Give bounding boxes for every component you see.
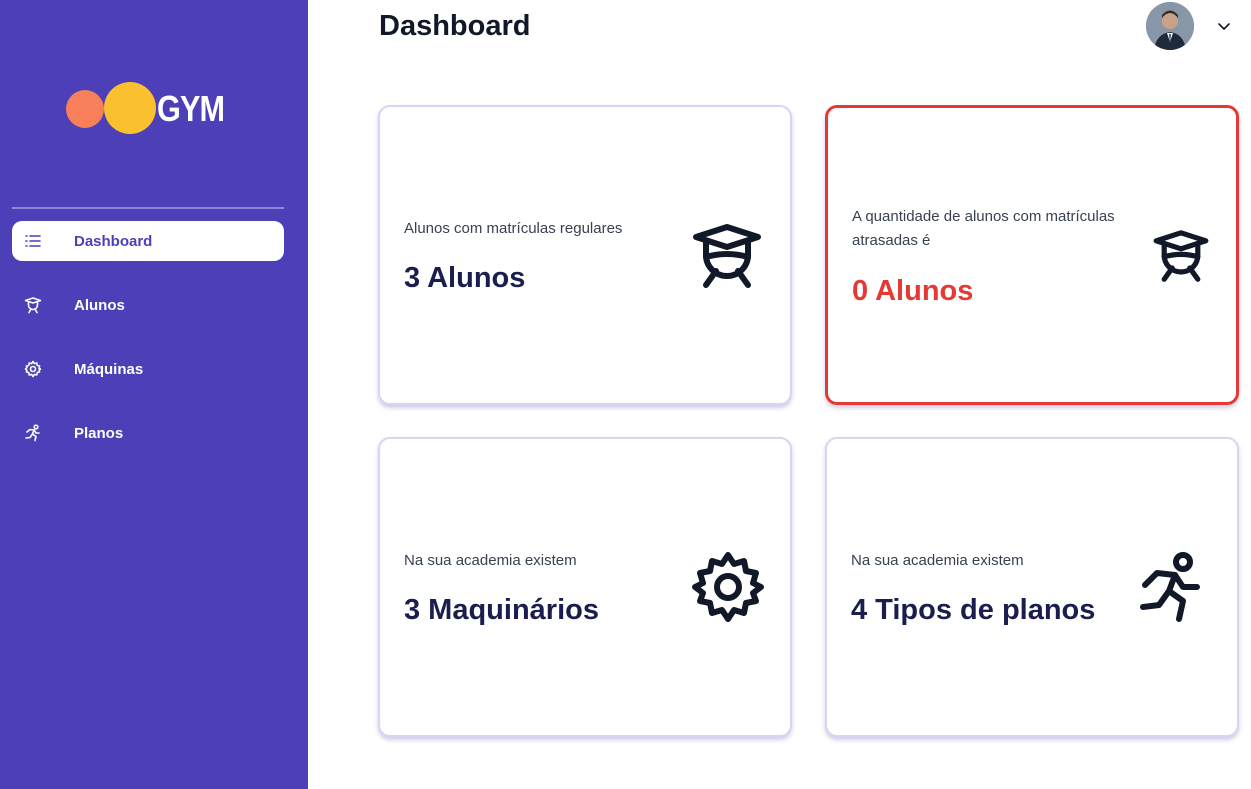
stat-card-late-students: A quantidade de alunos com matrículas at… xyxy=(825,105,1239,405)
card-value: 3 Alunos xyxy=(404,262,526,294)
sidebar-divider xyxy=(12,207,284,209)
graduate-icon xyxy=(24,297,42,314)
running-icon xyxy=(1140,552,1200,622)
sidebar-nav: Dashboard Alunos Máquinas Planos xyxy=(12,221,284,477)
sidebar: GYM Dashboard Alunos Máquinas Planos xyxy=(0,0,308,789)
gym-logo[interactable]: GYM xyxy=(66,82,236,134)
card-description: Na sua academia existem xyxy=(404,552,577,569)
sidebar-item-alunos[interactable]: Alunos xyxy=(12,285,284,325)
list-icon xyxy=(25,235,41,247)
logo-text: GYM xyxy=(157,88,225,129)
card-value: 4 Tipos de planos xyxy=(851,594,1096,626)
page-title: Dashboard xyxy=(379,10,531,42)
avatar-image xyxy=(1146,2,1194,50)
gear-icon xyxy=(24,360,42,378)
card-description: Na sua academia existem xyxy=(851,552,1024,569)
gear-icon xyxy=(692,552,764,622)
card-value: 0 Alunos xyxy=(852,275,974,307)
sidebar-item-label: Máquinas xyxy=(74,360,144,378)
stat-card-machines: Na sua academia existem 3 Maquinários xyxy=(378,437,792,737)
avatar[interactable] xyxy=(1146,2,1194,50)
graduate-icon xyxy=(1153,230,1209,282)
card-description: A quantidade de alunos com matrículas at… xyxy=(852,208,1115,249)
sidebar-item-label: Alunos xyxy=(74,296,125,314)
card-value: 3 Maquinários xyxy=(404,594,599,626)
running-icon xyxy=(25,424,40,442)
sidebar-item-label: Dashboard xyxy=(74,232,153,250)
sidebar-item-planos[interactable]: Planos xyxy=(12,413,284,453)
sidebar-item-maquinas[interactable]: Máquinas xyxy=(12,349,284,389)
logo-circle-yellow xyxy=(104,82,156,134)
sidebar-item-dashboard[interactable]: Dashboard xyxy=(12,221,284,261)
stat-card-regular-students: Alunos com matrículas regulares 3 Alunos xyxy=(378,105,792,405)
logo-circle-orange xyxy=(66,90,104,128)
sidebar-item-label: Planos xyxy=(74,424,124,442)
stat-card-plans: Na sua academia existem 4 Tipos de plano… xyxy=(825,437,1239,737)
graduate-icon xyxy=(693,224,761,288)
app-root: GYM Dashboard Alunos Máquinas Planos Das… xyxy=(0,0,1251,789)
chevron-down-icon[interactable] xyxy=(1216,18,1232,34)
card-description: Alunos com matrículas regulares xyxy=(404,220,623,237)
